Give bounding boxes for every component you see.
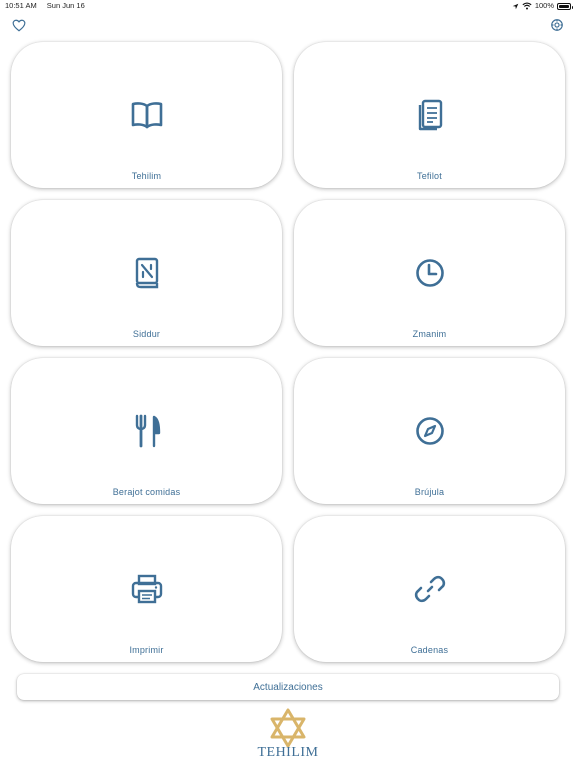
- menu-card-zmanim[interactable]: Zmanim: [294, 200, 565, 346]
- menu-card-cadenas[interactable]: Cadenas: [294, 516, 565, 662]
- menu-card-label: Berajot comidas: [112, 487, 181, 497]
- menu-card-label: Imprimir: [129, 645, 164, 655]
- wifi-icon: [522, 2, 532, 10]
- status-bar: 10:51 AM Sun Jun 16 100%: [0, 0, 576, 12]
- menu-card-label: Cadenas: [410, 645, 449, 655]
- menu-card-imprimir[interactable]: Imprimir: [11, 516, 282, 662]
- menu-card-label: Tefilot: [417, 171, 442, 181]
- location-icon: [512, 3, 519, 9]
- menu-card-label: Tehilim: [131, 171, 162, 181]
- status-time: 10:51 AM: [5, 1, 37, 10]
- document-icon: [410, 95, 450, 135]
- siddur-book-icon: [127, 253, 167, 293]
- status-date: Sun Jun 16: [46, 1, 85, 10]
- menu-card-siddur[interactable]: Siddur: [11, 200, 282, 346]
- menu-card-label: Siddur: [132, 329, 161, 339]
- star-of-david-icon: [270, 708, 306, 748]
- battery-icon: [557, 2, 573, 10]
- menu-card-berajot-comidas[interactable]: Berajot comidas: [11, 358, 282, 504]
- menu-card-tefilot[interactable]: Tefilot: [294, 42, 565, 188]
- menu-card-brujula[interactable]: Brújula: [294, 358, 565, 504]
- menu-card-tehilim[interactable]: Tehilim: [11, 42, 282, 188]
- updates-button[interactable]: Actualizaciones: [17, 674, 559, 700]
- app-logo: TEHILIM: [238, 708, 338, 764]
- heart-icon: [12, 19, 26, 31]
- battery-percent: 100%: [534, 1, 554, 10]
- printer-icon: [127, 569, 167, 609]
- menu-card-label: Brújula: [414, 487, 445, 497]
- fork-knife-icon: [127, 411, 167, 451]
- favorites-button[interactable]: [11, 17, 27, 33]
- book-open-icon: [127, 95, 167, 135]
- logo-wordmark: TEHILIM: [257, 745, 319, 760]
- clock-icon: [410, 253, 450, 293]
- compass-icon: [410, 411, 450, 451]
- settings-icon: [551, 19, 563, 31]
- link-icon: [410, 569, 450, 609]
- menu-card-label: Zmanim: [412, 329, 447, 339]
- settings-button[interactable]: [549, 17, 565, 33]
